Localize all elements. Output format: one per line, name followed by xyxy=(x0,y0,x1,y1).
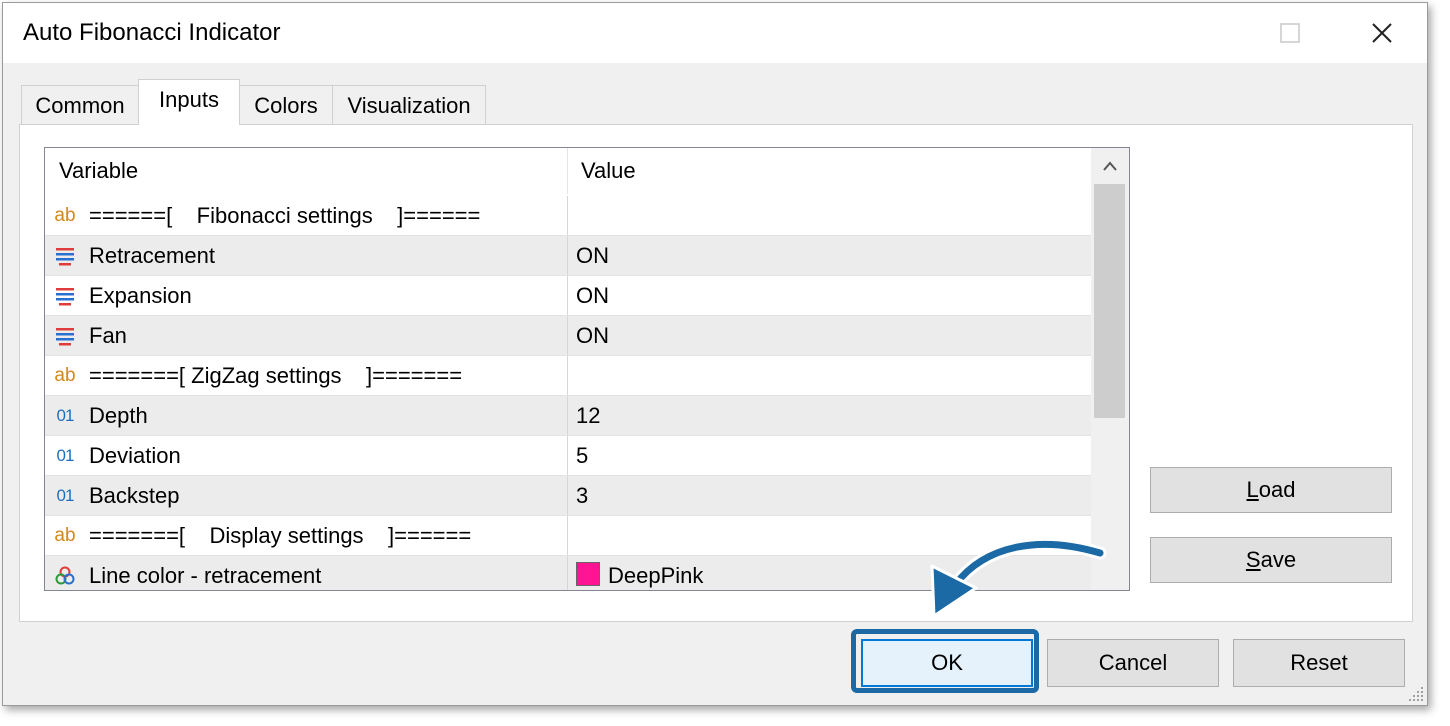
vertical-scrollbar[interactable] xyxy=(1091,148,1129,590)
enum-list-icon xyxy=(53,284,77,308)
reset-button[interactable]: Reset xyxy=(1233,639,1405,687)
variable-cell: Fan xyxy=(45,316,567,355)
enum-list-icon xyxy=(53,324,77,348)
value-cell[interactable]: ON xyxy=(568,236,1091,275)
grid-row[interactable]: Fan ON xyxy=(45,316,1091,356)
grid-row[interactable]: 01 Depth 12 xyxy=(45,396,1091,436)
load-label: oad xyxy=(1258,477,1296,502)
tab-visualization[interactable]: Visualization xyxy=(332,85,486,125)
color-swatch xyxy=(576,562,600,586)
variable-cell: ab =======[ ZigZag settings ]======= xyxy=(45,356,567,395)
value-cell[interactable]: 5 xyxy=(568,436,1091,475)
grid-row[interactable]: Retracement ON xyxy=(45,236,1091,276)
ab-text-icon: ab xyxy=(54,365,76,386)
variable-name: Retracement xyxy=(89,243,215,268)
load-accel-key: L xyxy=(1246,477,1259,502)
variable-cell: 01 Backstep xyxy=(45,476,567,515)
tab-common[interactable]: Common xyxy=(21,85,139,125)
variable-value: ON xyxy=(576,283,609,308)
variable-cell: ab ======[ Fibonacci settings ]====== xyxy=(45,196,567,235)
value-cell[interactable] xyxy=(568,516,1091,555)
column-header-value[interactable]: Value xyxy=(581,148,636,194)
integer-01-icon: 01 xyxy=(56,486,75,505)
dialog-window: Auto Fibonacci Indicator Common Inputs C… xyxy=(2,2,1428,706)
save-button[interactable]: Save xyxy=(1150,537,1392,583)
save-label: ave xyxy=(1260,547,1297,572)
integer-01-icon: 01 xyxy=(56,446,75,465)
variable-cell: Retracement xyxy=(45,236,567,275)
load-button[interactable]: Load xyxy=(1150,467,1392,513)
variable-value: ON xyxy=(576,323,609,348)
variable-name: Fan xyxy=(89,323,127,348)
grid-row[interactable]: ab ======[ Fibonacci settings ]====== xyxy=(45,196,1091,236)
color-circles-icon xyxy=(53,564,77,588)
variable-name: Deviation xyxy=(89,443,181,468)
grid-header: Variable Value xyxy=(45,148,1091,194)
column-header-variable[interactable]: Variable xyxy=(59,148,138,194)
variable-value: ON xyxy=(576,243,609,268)
variable-name: ======[ Fibonacci settings ]====== xyxy=(89,203,481,228)
scroll-up-button[interactable] xyxy=(1091,148,1129,184)
value-cell[interactable]: 3 xyxy=(568,476,1091,515)
variable-name: Backstep xyxy=(89,483,180,508)
maximize-button[interactable] xyxy=(1267,13,1313,53)
ab-text-icon: ab xyxy=(54,525,76,546)
variable-name: Depth xyxy=(89,403,148,428)
value-cell[interactable]: 12 xyxy=(568,396,1091,435)
variable-cell: Expansion xyxy=(45,276,567,315)
grid-row[interactable]: 01 Deviation 5 xyxy=(45,436,1091,476)
variable-cell: 01 Deviation xyxy=(45,436,567,475)
value-cell[interactable]: DeepPink xyxy=(568,556,1091,590)
grid-row[interactable]: Expansion ON xyxy=(45,276,1091,316)
grid-row[interactable]: ab =======[ Display settings ]====== xyxy=(45,516,1091,556)
grid-row[interactable]: 01 Backstep 3 xyxy=(45,476,1091,516)
close-button[interactable] xyxy=(1359,13,1405,53)
variable-value: 12 xyxy=(576,403,601,428)
grid-row[interactable]: Line color - retracement DeepPink xyxy=(45,556,1091,590)
variable-value: DeepPink xyxy=(608,563,704,588)
value-cell[interactable]: ON xyxy=(568,316,1091,355)
value-cell[interactable]: ON xyxy=(568,276,1091,315)
ab-text-icon: ab xyxy=(54,205,76,226)
variable-name: Line color - retracement xyxy=(89,563,322,588)
variable-cell: ab =======[ Display settings ]====== xyxy=(45,516,567,555)
value-cell[interactable] xyxy=(568,356,1091,395)
variable-name: Expansion xyxy=(89,283,192,308)
variable-cell: 01 Depth xyxy=(45,396,567,435)
cancel-button[interactable]: Cancel xyxy=(1047,639,1219,687)
variable-value: 3 xyxy=(576,483,589,508)
save-accel-key: S xyxy=(1245,547,1261,572)
title-bar: Auto Fibonacci Indicator xyxy=(3,3,1427,63)
chevron-up-icon xyxy=(1103,161,1117,171)
value-cell[interactable] xyxy=(568,196,1091,235)
variable-name: =======[ ZigZag settings ]======= xyxy=(89,363,463,388)
enum-list-icon xyxy=(53,244,77,268)
variable-cell: Line color - retracement xyxy=(45,556,567,590)
inputs-grid[interactable]: Variable Value ab ======[ Fibonacci sett… xyxy=(44,147,1130,591)
tab-colors[interactable]: Colors xyxy=(239,85,333,125)
scrollbar-thumb[interactable] xyxy=(1094,184,1125,418)
ok-button[interactable]: OK xyxy=(861,639,1033,687)
close-icon xyxy=(1372,23,1392,43)
variable-value: 5 xyxy=(576,443,589,468)
maximize-icon xyxy=(1280,23,1300,43)
grid-row[interactable]: ab =======[ ZigZag settings ]======= xyxy=(45,356,1091,396)
window-title: Auto Fibonacci Indicator xyxy=(23,19,281,46)
variable-name: =======[ Display settings ]====== xyxy=(89,523,472,548)
tab-inputs[interactable]: Inputs xyxy=(138,79,240,125)
inputs-tab-panel: Variable Value ab ======[ Fibonacci sett… xyxy=(19,124,1413,622)
column-divider[interactable] xyxy=(567,148,568,194)
integer-01-icon: 01 xyxy=(56,406,75,425)
resize-grip-icon[interactable] xyxy=(1407,685,1425,703)
